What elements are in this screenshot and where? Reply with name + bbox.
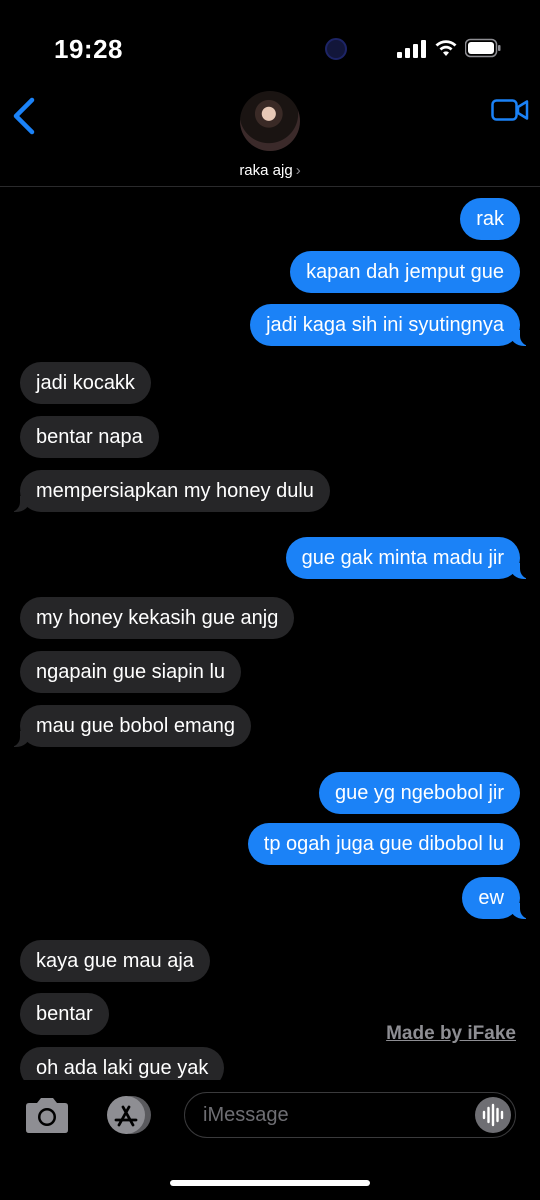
contact-avatar[interactable] — [240, 91, 300, 151]
chevron-right-icon: › — [295, 162, 301, 179]
outgoing-message[interactable]: tp ogah juga gue dibobol lu — [247, 823, 520, 865]
app-store-icon[interactable] — [102, 1095, 154, 1135]
battery-icon — [465, 38, 501, 58]
audio-waveform-icon[interactable] — [475, 1097, 511, 1133]
outgoing-message[interactable]: jadi kaga sih ini syutingnya — [250, 304, 532, 346]
imessage-placeholder: iMessage — [203, 1104, 289, 1126]
imessage-input[interactable]: iMessage — [184, 1092, 516, 1138]
wifi-icon — [435, 40, 457, 56]
signal-icon — [397, 40, 426, 58]
incoming-message[interactable]: kaya gue mau aja — [20, 940, 210, 982]
video-camera-icon[interactable] — [491, 98, 529, 122]
incoming-message[interactable]: bentar — [20, 993, 109, 1035]
status-time: 19:28 — [54, 34, 123, 64]
incoming-message[interactable]: mempersiapkan my honey dulu — [8, 470, 330, 512]
outgoing-message[interactable]: rak — [460, 198, 520, 240]
outgoing-message[interactable]: kapan dah jemput gue — [290, 251, 520, 293]
camera-icon[interactable] — [22, 1096, 72, 1136]
outgoing-message[interactable]: ew — [462, 877, 532, 919]
back-chevron-icon[interactable] — [10, 96, 38, 136]
message-thread[interactable]: rak kapan dah jemput gue jadi kaga sih i… — [0, 188, 540, 1080]
conversation-header: raka ajg › — [0, 88, 540, 187]
contact-name: raka ajg — [239, 162, 293, 179]
incoming-message[interactable]: mau gue bobol emang — [7, 705, 252, 747]
watermark-link[interactable]: Made by iFake — [386, 1023, 516, 1045]
incoming-message[interactable]: my honey kekasih gue anjg — [20, 597, 295, 639]
home-indicator[interactable] — [170, 1180, 370, 1186]
outgoing-message[interactable]: gue yg ngebobol jir — [318, 772, 520, 814]
incoming-message[interactable]: bentar napa — [20, 416, 159, 458]
incoming-message[interactable]: jadi kocakk — [20, 362, 151, 404]
incoming-message[interactable]: ngapain gue siapin lu — [20, 651, 242, 693]
status-bar: 19:28 — [0, 0, 540, 100]
contact-name-link[interactable]: raka ajg › — [0, 162, 540, 179]
outgoing-message[interactable]: gue gak minta madu jir — [285, 537, 533, 579]
screen-record-indicator-icon — [325, 38, 347, 60]
incoming-message[interactable]: oh ada laki gue yak — [20, 1047, 225, 1080]
